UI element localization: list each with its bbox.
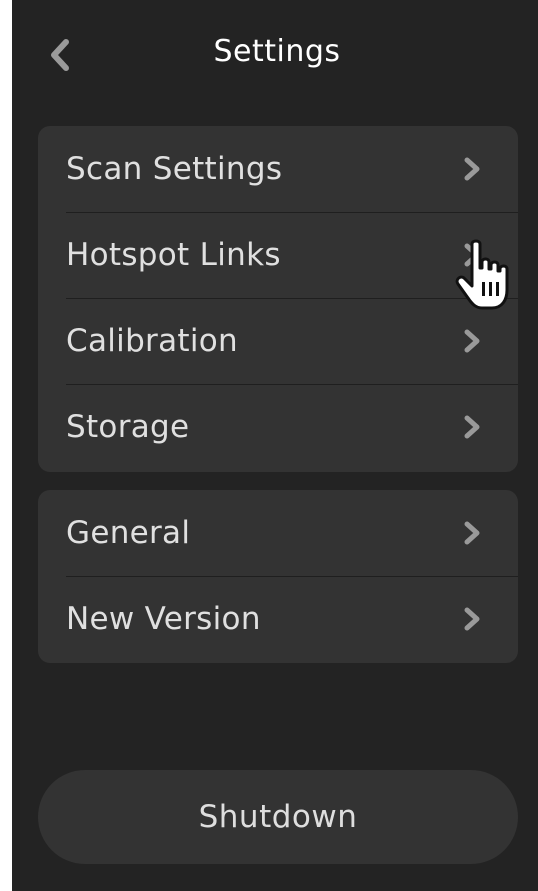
shutdown-button[interactable]: Shutdown [38, 770, 518, 864]
menu-item-label: Storage [66, 409, 190, 445]
header: Settings [12, 0, 538, 110]
chevron-right-icon [464, 415, 480, 439]
chevron-right-icon [464, 521, 480, 545]
settings-group-main: Scan Settings Hotspot Links Calibration … [38, 126, 518, 472]
menu-item-new-version[interactable]: New Version [38, 576, 518, 662]
menu-item-general[interactable]: General [38, 490, 518, 576]
menu-item-label: Calibration [66, 323, 238, 359]
menu-item-calibration[interactable]: Calibration [38, 298, 518, 384]
menu-item-storage[interactable]: Storage [38, 384, 518, 470]
chevron-right-icon [464, 329, 480, 353]
menu-item-hotspot-links[interactable]: Hotspot Links [38, 212, 518, 298]
menu-item-label: General [66, 515, 191, 551]
settings-group-system: General New Version [38, 490, 518, 663]
menu-item-label: Hotspot Links [66, 237, 281, 273]
chevron-right-icon [464, 157, 480, 181]
chevron-right-icon [464, 243, 480, 267]
page-title: Settings [213, 34, 341, 69]
menu-item-label: New Version [66, 601, 261, 637]
chevron-right-icon [464, 607, 480, 631]
menu-item-label: Scan Settings [66, 151, 283, 187]
settings-screen: Settings Scan Settings Hotspot Links Cal… [12, 0, 538, 891]
menu-item-scan-settings[interactable]: Scan Settings [38, 126, 518, 212]
